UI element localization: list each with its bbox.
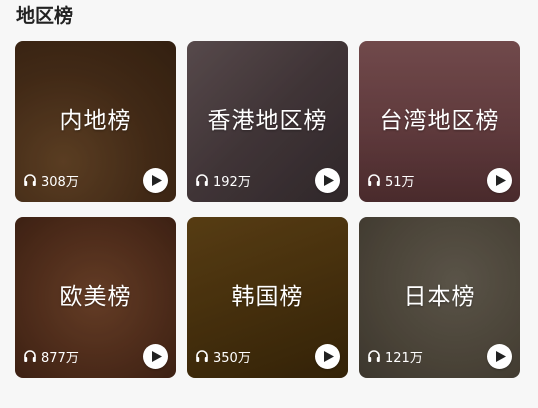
play-icon [150,350,162,362]
play-count-label: 308万 [41,174,79,190]
play-button[interactable] [315,343,340,369]
play-icon [322,174,334,186]
play-count-label: 51万 [385,174,415,190]
chart-card-korea[interactable]: 韩国榜 350万 [187,217,348,378]
play-button[interactable] [487,167,512,193]
headphones-icon [195,173,209,187]
headphones-icon [367,349,381,363]
play-icon [494,350,506,362]
chart-card-japan[interactable]: 日本榜 121万 [359,217,520,378]
play-button[interactable] [143,167,168,193]
play-count-label: 350万 [213,350,251,366]
play-count: 877万 [23,347,79,366]
play-button[interactable] [487,343,512,369]
region-charts-section: 地区榜 内地榜 308万 香港地区榜 192万 台湾地区榜 51万 欧美榜 87… [0,0,538,408]
headphones-icon [23,173,37,187]
play-count: 350万 [195,347,251,366]
headphones-icon [195,349,209,363]
play-button[interactable] [143,343,168,369]
card-title: 内地榜 [59,108,132,134]
chart-card-western[interactable]: 欧美榜 877万 [15,217,176,378]
card-title: 韩国榜 [231,284,304,310]
chart-card-hongkong[interactable]: 香港地区榜 192万 [187,41,348,202]
play-count: 121万 [367,347,423,366]
play-count-label: 121万 [385,350,423,366]
chart-card-mainland[interactable]: 内地榜 308万 [15,41,176,202]
card-title: 香港地区榜 [207,108,328,134]
play-count: 51万 [367,171,415,190]
card-title: 台湾地区榜 [379,108,500,134]
chart-card-taiwan[interactable]: 台湾地区榜 51万 [359,41,520,202]
play-button[interactable] [315,167,340,193]
play-icon [322,350,334,362]
section-title: 地区榜 [16,5,74,27]
chart-grid: 内地榜 308万 香港地区榜 192万 台湾地区榜 51万 欧美榜 877万 韩… [15,41,521,378]
headphones-icon [367,173,381,187]
play-count: 192万 [195,171,251,190]
play-icon [494,174,506,186]
headphones-icon [23,349,37,363]
play-count: 308万 [23,171,79,190]
card-title: 欧美榜 [59,284,132,310]
play-icon [150,174,162,186]
card-title: 日本榜 [403,284,476,310]
play-count-label: 877万 [41,350,79,366]
play-count-label: 192万 [213,174,251,190]
